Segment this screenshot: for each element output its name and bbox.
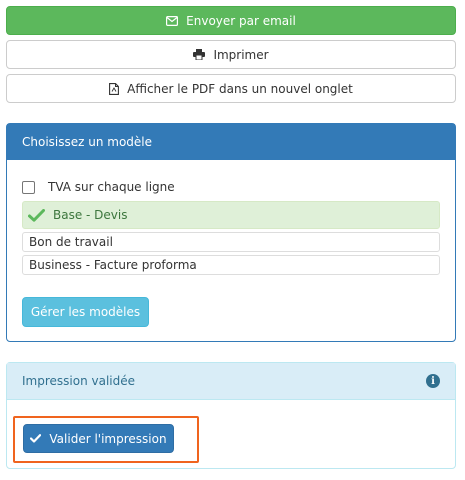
manage-models-label: Gérer les modèles [30, 305, 141, 319]
validation-panel-heading: Impression validée i [7, 363, 455, 400]
validate-print-button[interactable]: Valider l'impression [23, 424, 174, 453]
validation-panel-title: Impression validée [22, 374, 136, 388]
model-panel: Choisissez un modèle TVA sur chaque lign… [6, 123, 456, 342]
vat-per-line-label: TVA sur chaque ligne [48, 180, 175, 194]
model-item-base-devis[interactable]: Base - Devis [22, 201, 440, 229]
model-item-label: Base - Devis [53, 208, 128, 222]
print-button[interactable]: Imprimer [6, 40, 456, 69]
checkmark-icon [28, 208, 45, 222]
print-label: Imprimer [213, 47, 269, 62]
open-pdf-button[interactable]: Afficher le PDF dans un nouvel onglet [6, 74, 456, 103]
vat-per-line-checkbox[interactable] [22, 180, 35, 194]
model-item-label: Bon de travail [29, 235, 113, 249]
send-email-button[interactable]: Envoyer par email [6, 6, 456, 35]
model-panel-title: Choisissez un modèle [22, 135, 153, 149]
check-icon [30, 434, 42, 443]
info-circle-icon[interactable]: i [426, 374, 440, 388]
printer-icon [193, 49, 206, 60]
pdf-file-icon [109, 82, 120, 95]
manage-models-button[interactable]: Gérer les modèles [22, 297, 149, 327]
model-item-label: Business - Facture proforma [29, 258, 197, 272]
model-item-business-facture-proforma[interactable]: Business - Facture proforma [22, 255, 440, 275]
envelope-icon [166, 15, 179, 26]
send-email-label: Envoyer par email [186, 13, 296, 28]
open-pdf-label: Afficher le PDF dans un nouvel onglet [127, 81, 353, 96]
vat-per-line-option[interactable]: TVA sur chaque ligne [22, 180, 175, 194]
model-panel-heading: Choisissez un modèle [7, 124, 455, 160]
validate-print-label: Valider l'impression [49, 431, 167, 446]
model-item-bon-de-travail[interactable]: Bon de travail [22, 232, 440, 252]
